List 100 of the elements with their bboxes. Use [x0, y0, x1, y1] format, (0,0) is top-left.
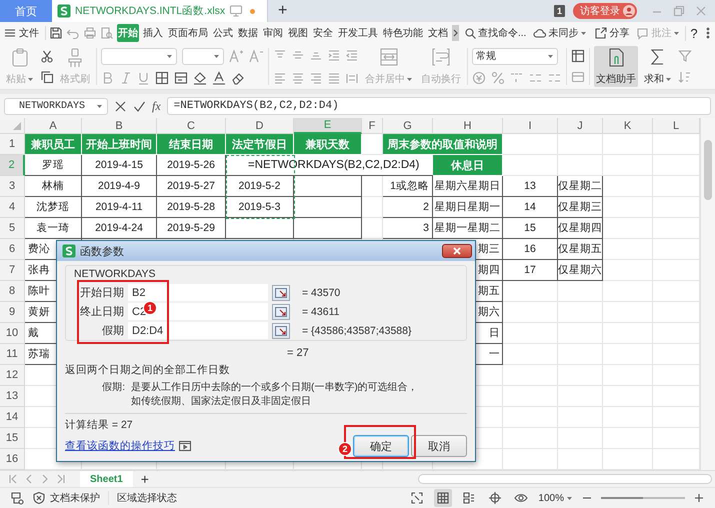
ribbon-tab[interactable]: 页面布局	[167, 24, 209, 42]
file-menu[interactable]: 文件	[4, 26, 46, 40]
column-header[interactable]: H	[433, 118, 503, 134]
bold-icon[interactable]	[101, 71, 114, 86]
eraser-icon[interactable]	[231, 71, 245, 86]
sum-button[interactable]: 求和	[642, 46, 674, 87]
column-header[interactable]: L	[653, 118, 700, 134]
row-header[interactable]: 10	[0, 323, 25, 344]
italic-icon[interactable]	[119, 71, 132, 86]
add-sheet-button[interactable]: +	[136, 471, 153, 487]
align-center-icon[interactable]	[291, 72, 305, 84]
column-header[interactable]: F	[362, 118, 383, 134]
cut-icon[interactable]	[40, 49, 54, 64]
dropdown-caret-icon[interactable]	[547, 52, 554, 60]
name-box[interactable]: NETWORKDAYS	[4, 98, 108, 114]
borders-icon[interactable]	[155, 71, 169, 86]
caret-icon[interactable]	[566, 494, 573, 502]
number-format-dropdown[interactable]: 常规	[472, 48, 558, 65]
align-right-icon[interactable]	[309, 72, 323, 84]
underline-icon[interactable]	[137, 71, 150, 86]
column-header[interactable]: K	[603, 118, 653, 134]
insert-function-button[interactable]: fx	[152, 98, 161, 114]
decrease-font-icon[interactable]	[249, 49, 264, 64]
row-header[interactable]: 7	[0, 260, 25, 281]
more-icon[interactable]	[704, 27, 711, 39]
sheet-tab[interactable]: Sheet1	[80, 471, 133, 487]
ribbon-tab[interactable]: 开发工具	[337, 24, 379, 42]
close-button[interactable]	[442, 244, 472, 258]
fill-color-icon[interactable]	[193, 71, 207, 86]
video-icon[interactable]	[179, 440, 191, 452]
increase-font-icon[interactable]	[229, 49, 244, 64]
argument-field[interactable]: B2	[128, 284, 268, 301]
print-preview-icon[interactable]	[100, 26, 114, 40]
protection-status[interactable]: 文档未保护	[50, 491, 100, 505]
align-middle-icon[interactable]	[291, 49, 305, 62]
caret-icon[interactable]	[580, 30, 588, 36]
print-icon[interactable]	[83, 26, 97, 40]
formula-input[interactable]: =NETWORKDAYS(B2,C2,D2:D4)	[166, 97, 711, 115]
dropdown-caret-icon[interactable]	[96, 102, 103, 110]
percent-icon[interactable]	[491, 71, 505, 86]
filter-icon[interactable]	[678, 49, 692, 64]
ok-button[interactable]: 确定	[353, 435, 409, 457]
zoom-level-button[interactable]: 100%	[538, 492, 573, 504]
ribbon-tab[interactable]: 文档	[427, 24, 449, 42]
row-header[interactable]: 12	[0, 365, 25, 386]
next-sheet-icon[interactable]	[40, 473, 50, 485]
monitor-icon[interactable]	[229, 4, 244, 18]
column-header[interactable]: J	[558, 118, 603, 134]
dropdown-caret-icon[interactable]	[213, 52, 220, 60]
caret-icon[interactable]	[665, 76, 672, 82]
range-picker-button[interactable]	[272, 284, 290, 300]
zoom-in-icon[interactable]	[693, 492, 705, 504]
table-style-icon[interactable]	[571, 70, 585, 84]
sort-icon[interactable]	[678, 70, 692, 84]
check-icon[interactable]	[133, 100, 146, 112]
row-header[interactable]: 14	[0, 407, 25, 428]
row-header[interactable]: 4	[0, 197, 25, 218]
ribbon-tab[interactable]: 特色功能	[382, 24, 424, 42]
row-header[interactable]: 11	[0, 344, 25, 365]
distribute-icon[interactable]	[345, 72, 359, 84]
help-button[interactable]: ?	[685, 26, 702, 40]
column-header[interactable]: B	[82, 118, 157, 134]
range-picker-button[interactable]	[272, 304, 290, 320]
row-header[interactable]: 16	[0, 449, 25, 470]
argument-field[interactable]: D2:D4	[128, 322, 268, 339]
cell-style-icon[interactable]	[174, 71, 188, 86]
tab-scroll-button[interactable]	[452, 25, 459, 41]
copy-icon[interactable]	[40, 70, 54, 84]
conditional-format-icon[interactable]	[571, 49, 585, 64]
share-button[interactable]: 分享	[592, 26, 632, 40]
ribbon-tab[interactable]: 视图	[287, 24, 309, 42]
row-header[interactable]: 6	[0, 239, 25, 260]
sync-button[interactable]: 未同步	[531, 26, 590, 40]
column-header[interactable]: C	[157, 118, 226, 134]
currency-icon[interactable]	[472, 71, 486, 86]
column-header[interactable]: G	[383, 118, 433, 134]
login-button[interactable]: 访客登录	[573, 3, 637, 19]
window-count-badge[interactable]: 1	[554, 5, 565, 17]
ribbon-tab[interactable]: 数据	[237, 24, 259, 42]
save-icon[interactable]	[49, 26, 63, 40]
cancel-button[interactable]: 取消	[411, 435, 467, 457]
search-commands-button[interactable]: 查找命令...	[462, 26, 528, 40]
first-sheet-icon[interactable]	[8, 473, 18, 485]
document-tab[interactable]: NETWORKDAYS.INTL函数.xlsx	[52, 0, 268, 22]
dropdown-caret-icon[interactable]	[166, 52, 173, 60]
ribbon-tab[interactable]: 插入	[142, 24, 164, 42]
column-header[interactable]: D	[226, 118, 294, 134]
horizontal-scrollbar[interactable]	[418, 474, 712, 484]
row-header[interactable]: 13	[0, 386, 25, 407]
font-color-icon[interactable]	[212, 71, 226, 86]
last-sheet-icon[interactable]	[56, 473, 66, 485]
range-picker-button[interactable]	[272, 322, 290, 338]
column-header[interactable]: I	[503, 118, 558, 134]
row-header[interactable]: 9	[0, 302, 25, 323]
ribbon-tab[interactable]: 审阅	[262, 24, 284, 42]
row-header[interactable]: 8	[0, 281, 25, 302]
outdent-icon[interactable]	[345, 49, 359, 62]
row-header[interactable]: 3	[0, 176, 25, 197]
new-tab-button[interactable]: +	[268, 0, 298, 22]
row-header[interactable]: 1	[0, 134, 25, 155]
